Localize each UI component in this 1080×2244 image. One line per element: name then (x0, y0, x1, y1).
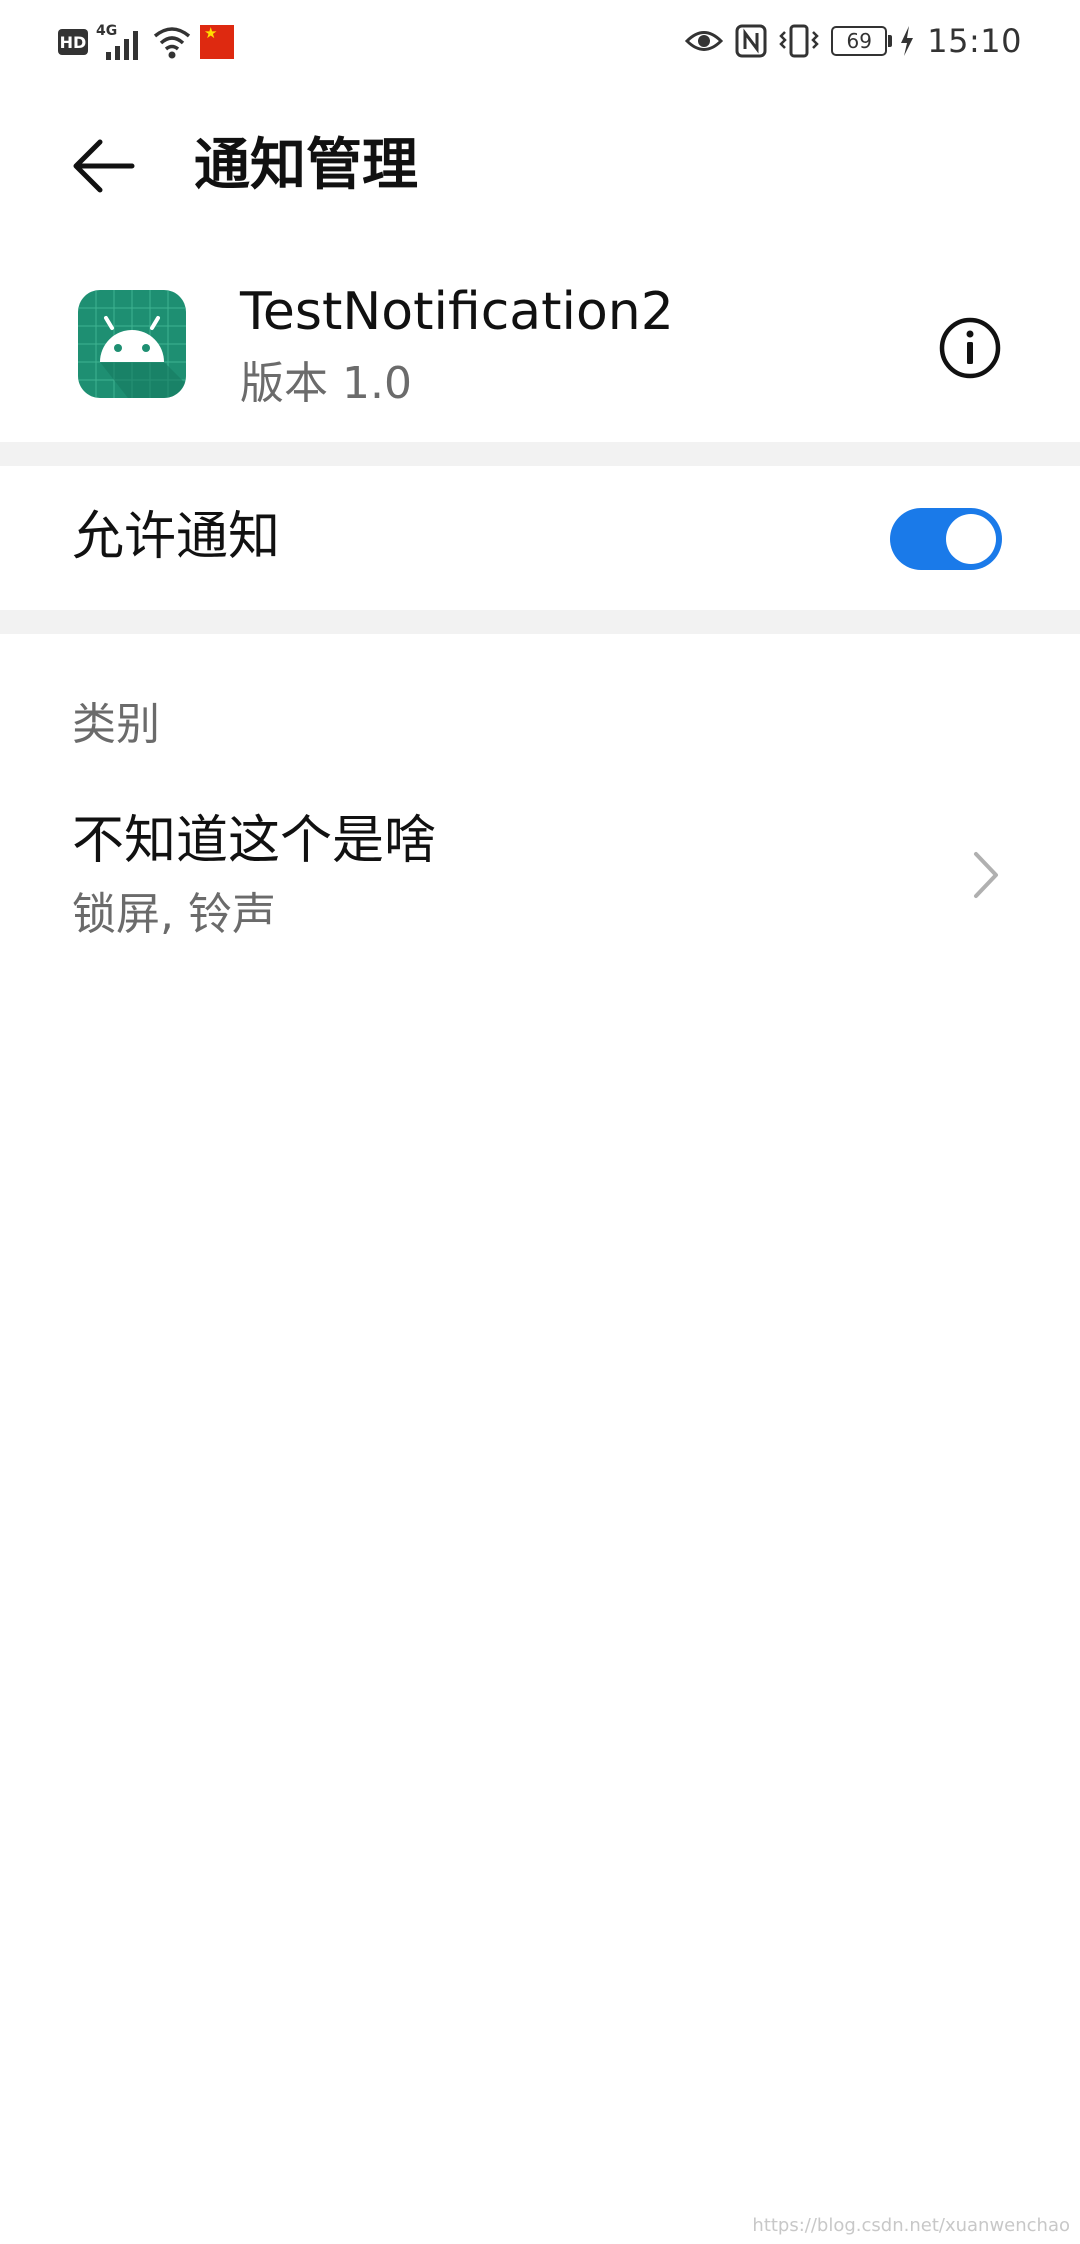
category-item-title: 不知道这个是啥 (72, 811, 437, 871)
nfc-icon (735, 24, 767, 58)
vibrate-icon (779, 24, 820, 58)
back-arrow-icon[interactable] (72, 136, 136, 196)
status-time: 15:10 (927, 22, 1022, 60)
eye-icon (685, 31, 724, 51)
charging-icon (901, 26, 914, 56)
toggle-knob (946, 514, 996, 564)
wifi-icon (153, 27, 191, 59)
allow-notifications-toggle[interactable] (890, 508, 1002, 570)
status-bar-left: HD 4G (58, 22, 234, 62)
network-type-label: 4G (96, 23, 117, 39)
info-icon[interactable] (938, 316, 1002, 380)
watermark: https://blog.csdn.net/xuanwenchao (752, 2215, 1070, 2236)
page-title: 通知管理 (194, 133, 418, 198)
allow-notifications-row[interactable]: 允许通知 (0, 466, 1080, 610)
app-version: 版本 1.0 (240, 358, 412, 409)
category-section-header: 类别 (72, 699, 160, 750)
chevron-right-icon (974, 852, 998, 898)
status-bar: HD 4G 69 (0, 0, 1080, 84)
allow-notifications-label: 允许通知 (72, 507, 281, 567)
app-icon (78, 290, 186, 398)
app-info-card: TestNotification2 版本 1.0 (0, 268, 1080, 440)
hd-icon: HD (58, 29, 88, 55)
section-divider (0, 610, 1080, 634)
category-item-subtitle: 锁屏, 铃声 (72, 889, 276, 940)
signal-icon: 4G (96, 23, 138, 60)
app-name: TestNotification2 (240, 282, 674, 342)
app-bar: 通知管理 (0, 110, 1080, 220)
battery-icon: 69 (831, 26, 893, 56)
category-item[interactable]: 不知道这个是啥 锁屏, 铃声 (0, 800, 1080, 960)
android-icon (78, 290, 186, 398)
section-divider (0, 442, 1080, 466)
flag-icon (200, 25, 234, 59)
status-bar-right: 69 15:10 (685, 20, 1022, 62)
